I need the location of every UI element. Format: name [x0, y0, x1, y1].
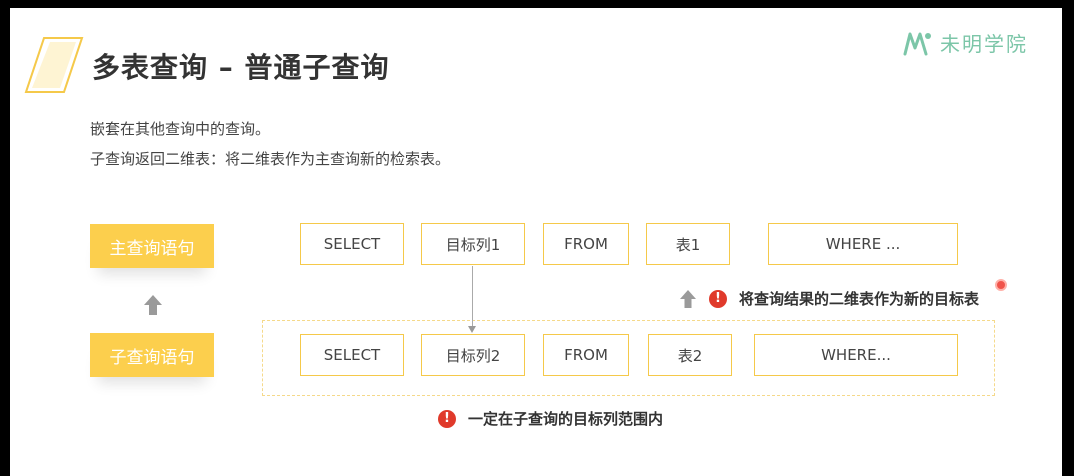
description-line-1: 嵌套在其他查询中的查询。 [90, 120, 271, 138]
sub-from-box: FROM [543, 334, 629, 376]
title-decoration-icon [24, 37, 84, 93]
main-from-box: FROM [543, 223, 629, 265]
logo-text: 未明学院 [940, 32, 1028, 56]
connector-line [472, 266, 473, 328]
up-arrow-icon [680, 289, 696, 308]
logo-icon [903, 32, 931, 55]
main-where-box: WHERE ... [768, 223, 958, 265]
description-line-2: 子查询返回二维表：将二维表作为主查询新的检索表。 [90, 150, 451, 168]
slide: 多表查询 – 普通子查询 未明学院 嵌套在其他查询中的查询。 子查询返回二维表：… [10, 8, 1062, 476]
main-table-box: 表1 [646, 223, 730, 265]
sub-target-column-box: 目标列2 [421, 334, 525, 376]
main-query-label: 主查询语句 [90, 224, 214, 268]
note-column-range: ! 一定在子查询的目标列范围内 [438, 408, 663, 429]
note-target-table-text: 将查询结果的二维表作为新的目标表 [739, 290, 980, 308]
alert-icon: ! [438, 409, 456, 428]
alert-icon: ! [709, 289, 727, 308]
logo: 未明学院 [902, 28, 1028, 57]
connector-arrowhead [468, 326, 476, 333]
pointer-dot [995, 279, 1007, 291]
sub-query-label: 子查询语句 [90, 333, 214, 377]
note-target-table: ! 将查询结果的二维表作为新的目标表 [679, 288, 979, 309]
sub-select-box: SELECT [300, 334, 404, 376]
up-arrow-icon [144, 295, 162, 315]
page-title: 多表查询 – 普通子查询 [92, 51, 390, 84]
sub-table-box: 表2 [648, 334, 732, 376]
sub-where-box: WHERE... [754, 334, 958, 376]
note-column-range-text: 一定在子查询的目标列范围内 [468, 410, 664, 428]
main-target-column-box: 目标列1 [421, 223, 525, 265]
main-select-box: SELECT [300, 223, 404, 265]
